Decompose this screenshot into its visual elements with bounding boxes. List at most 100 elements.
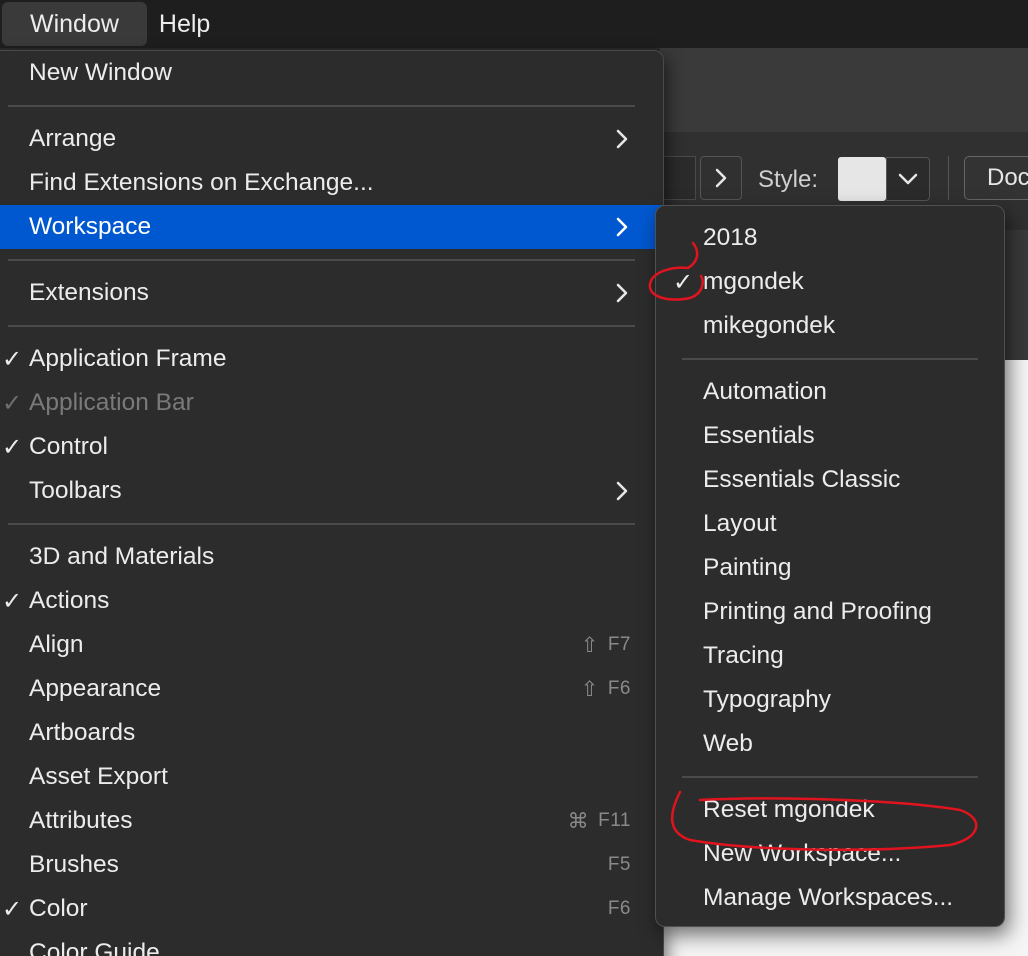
shortcut: ⌘ F11 [568, 799, 631, 843]
menu-item-brushes[interactable]: Brushes F5 [0, 843, 663, 887]
checkmark-icon: ✓ [1, 389, 23, 417]
checkmark-icon: ✓ [1, 587, 23, 615]
menu-item-label: Typography [703, 686, 832, 713]
workspace-item-web[interactable]: Web [656, 722, 1004, 766]
menu-bar: Window Help [0, 0, 1028, 48]
shortcut-key: F5 [607, 854, 631, 875]
chevron-right-icon [615, 469, 629, 513]
menu-separator [0, 513, 663, 535]
style-dropdown-button[interactable] [886, 157, 930, 201]
command-icon: ⌘ [567, 809, 590, 833]
menu-item-label: Workspace [29, 213, 152, 240]
workspace-item-new[interactable]: New Workspace... [656, 832, 1004, 876]
menu-item-label: Color Guide [29, 939, 160, 956]
menu-item-label: Application Bar [29, 389, 194, 416]
control-bar-field[interactable] [664, 156, 696, 200]
workspace-item-mikegondek[interactable]: mikegondek [656, 304, 1004, 348]
menu-item-label: Align [29, 631, 84, 658]
document-setup-button[interactable]: Document Setup [964, 156, 1028, 200]
menu-item-actions[interactable]: ✓ Actions [0, 579, 663, 623]
menu-item-label: Reset mgondek [703, 796, 875, 823]
workspace-item-tracing[interactable]: Tracing [656, 634, 1004, 678]
workspace-item-layout[interactable]: Layout [656, 502, 1004, 546]
menu-item-label: Arrange [29, 125, 117, 152]
menu-item-label: Extensions [29, 279, 149, 306]
menu-item-label: Artboards [29, 719, 136, 746]
menu-item-label: Manage Workspaces... [703, 884, 954, 911]
shift-icon: ⇧ [580, 677, 599, 701]
menu-item-label: mikegondek [703, 312, 836, 339]
menu-item-label: Essentials Classic [703, 466, 901, 493]
workspace-item-printing-proofing[interactable]: Printing and Proofing [656, 590, 1004, 634]
menu-item-toolbars[interactable]: Toolbars [0, 469, 663, 513]
menu-item-label: Printing and Proofing [703, 598, 932, 625]
shortcut: ⇧ F7 [581, 623, 631, 667]
control-bar-divider [948, 156, 949, 200]
menu-item-label: Find Extensions on Exchange... [29, 169, 374, 196]
menu-item-label: New Window [29, 59, 172, 86]
shortcut: F5 [608, 843, 631, 887]
workspace-item-mgondek[interactable]: ✓ mgondek [656, 260, 1004, 304]
shortcut-key: F6 [607, 898, 631, 919]
menu-item-label: mgondek [703, 268, 804, 295]
menu-item-label: Layout [703, 510, 777, 537]
chevron-right-icon [615, 117, 629, 161]
workspace-submenu: 2018 ✓ mgondek mikegondek Automation Ess… [655, 205, 1005, 927]
menu-item-find-extensions[interactable]: Find Extensions on Exchange... [0, 161, 663, 205]
menu-item-align[interactable]: Align ⇧ F7 [0, 623, 663, 667]
menu-item-attributes[interactable]: Attributes ⌘ F11 [0, 799, 663, 843]
shift-icon: ⇧ [580, 633, 599, 657]
workspace-item-reset[interactable]: Reset mgondek [656, 788, 1004, 832]
shortcut: ⇧ F6 [581, 667, 631, 711]
checkmark-icon: ✓ [672, 268, 694, 296]
menu-item-extensions[interactable]: Extensions [0, 271, 663, 315]
menu-item-color[interactable]: ✓ Color F6 [0, 887, 663, 931]
workspace-item-manage[interactable]: Manage Workspaces... [656, 876, 1004, 920]
menu-item-label: 3D and Materials [29, 543, 215, 570]
workspace-item-typography[interactable]: Typography [656, 678, 1004, 722]
menu-item-appearance[interactable]: Appearance ⇧ F6 [0, 667, 663, 711]
menu-separator [0, 249, 663, 271]
menu-item-label: Appearance [29, 675, 162, 702]
menu-item-label: Automation [703, 378, 827, 405]
checkmark-icon: ✓ [1, 433, 23, 461]
menu-item-application-frame[interactable]: ✓ Application Frame [0, 337, 663, 381]
checkmark-icon: ✓ [1, 895, 23, 923]
control-bar-next-button[interactable] [700, 156, 742, 200]
menu-item-asset-export[interactable]: Asset Export [0, 755, 663, 799]
menu-item-label: Actions [29, 587, 110, 614]
screen: Window Help Style: Document Setup New Wi… [0, 0, 1028, 956]
workspace-item-essentials-classic[interactable]: Essentials Classic [656, 458, 1004, 502]
menu-item-workspace[interactable]: Workspace [0, 205, 663, 249]
menu-item-artboards[interactable]: Artboards [0, 711, 663, 755]
menu-item-new-window[interactable]: New Window [0, 51, 663, 95]
style-label: Style: [758, 166, 819, 193]
menu-separator [656, 348, 1004, 370]
menu-item-label: Attributes [29, 807, 133, 834]
shortcut-key: F7 [607, 634, 631, 655]
menu-help[interactable]: Help [147, 1, 238, 47]
menu-item-color-guide[interactable]: Color Guide [0, 931, 663, 956]
window-menu: New Window Arrange Find Extensions on Ex… [0, 50, 664, 956]
style-swatch[interactable] [838, 157, 886, 201]
chevron-right-icon [715, 168, 727, 188]
menu-item-3d-materials[interactable]: 3D and Materials [0, 535, 663, 579]
menu-separator [656, 766, 1004, 788]
menu-item-label: Web [703, 730, 753, 757]
workspace-item-essentials[interactable]: Essentials [656, 414, 1004, 458]
menu-item-arrange[interactable]: Arrange [0, 117, 663, 161]
menu-separator [0, 95, 663, 117]
menu-item-control[interactable]: ✓ Control [0, 425, 663, 469]
checkmark-icon: ✓ [1, 345, 23, 373]
menu-item-label: Asset Export [29, 763, 168, 790]
menu-separator [0, 315, 663, 337]
menu-item-label: Toolbars [29, 477, 122, 504]
app-tab-area [660, 48, 1028, 132]
menu-window[interactable]: Window [2, 2, 147, 46]
shortcut-key: F11 [598, 810, 631, 831]
menu-item-label: Color [29, 895, 88, 922]
workspace-item-painting[interactable]: Painting [656, 546, 1004, 590]
document-setup-label: Document Setup [987, 164, 1028, 191]
workspace-item-automation[interactable]: Automation [656, 370, 1004, 414]
workspace-item-2018[interactable]: 2018 [656, 216, 1004, 260]
